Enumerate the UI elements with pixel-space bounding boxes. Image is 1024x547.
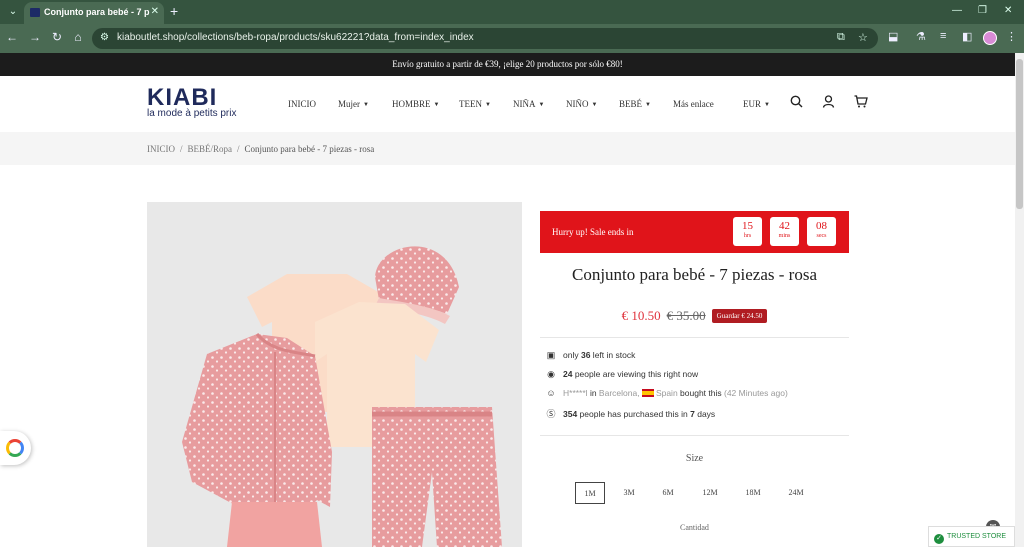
size-option-3m[interactable]: 3M xyxy=(614,482,644,504)
size-option-18m[interactable]: 18M xyxy=(738,482,768,504)
countdown-hours: 15 hrs xyxy=(733,217,762,246)
countdown-seconds: 08 secs xyxy=(807,217,836,246)
recent-purchase-info: ☺ H*****l in Barcelona, Spain bought this… xyxy=(546,388,788,398)
chevron-down-icon: ▼ xyxy=(538,102,545,108)
nav-nino[interactable]: NIÑO ▼ xyxy=(566,99,597,109)
cart-icon[interactable] xyxy=(854,95,868,111)
chevron-down-icon: ▼ xyxy=(591,102,598,108)
close-window-icon[interactable]: ✕ xyxy=(1004,5,1012,16)
size-label: Size xyxy=(685,453,704,464)
home-icon[interactable]: ⌂ xyxy=(70,30,86,44)
nav-nina[interactable]: NIÑA ▼ xyxy=(513,99,544,109)
nav-mas-enlace[interactable]: Más enlace xyxy=(673,99,714,109)
nav-bebe[interactable]: BEBÉ ▼ xyxy=(619,99,651,109)
user-icon: ☺ xyxy=(546,388,556,398)
divider xyxy=(540,337,849,338)
product-title: Conjunto para bebé - 7 piezas - rosa xyxy=(572,265,817,284)
chevron-down-icon: ▼ xyxy=(433,102,440,108)
google-reviews-badge[interactable] xyxy=(0,431,31,465)
address-bar: ← → ↻ ⌂ ⚙ kiaboutlet.shop/collections/be… xyxy=(0,24,1024,53)
minimize-icon[interactable]: — xyxy=(952,5,962,16)
url-text: kiaboutlet.shop/collections/beb-ropa/pro… xyxy=(117,32,474,43)
search-icon[interactable] xyxy=(790,95,803,111)
logo-wordmark: KIABI xyxy=(147,84,218,111)
site-header: KIABI la mode à petits prix INICIO Mujer… xyxy=(0,76,1015,132)
browser-tab-bar: ⌄ Conjunto para bebé - 7 piezas ✕ + — ❐ … xyxy=(0,0,1024,24)
kiabi-favicon-icon xyxy=(30,8,40,17)
sale-countdown-banner: Hurry up! Sale ends in 15 hrs 42 mins 08 se… xyxy=(540,211,849,253)
translate-icon[interactable]: ⧉ xyxy=(837,31,845,44)
breadcrumb-bar: INICIO / BEBÉ/Ropa / Conjunto para bebé - 7 … xyxy=(0,132,1015,165)
bookmark-star-icon[interactable]: ☆ xyxy=(858,31,868,44)
announcement-bar: Envío gratuito a partir de €39, ¡elige 2… xyxy=(0,53,1015,76)
account-icon[interactable] xyxy=(822,95,835,111)
lab-icon[interactable]: ⚗ xyxy=(916,30,926,43)
trusted-store-badge[interactable]: ✓ TRUSTED STORE xyxy=(928,526,1015,547)
shield-check-icon: ✓ xyxy=(934,534,944,544)
product-image[interactable] xyxy=(147,202,522,547)
reload-icon[interactable]: ↻ xyxy=(49,30,65,44)
forward-icon[interactable]: → xyxy=(27,30,43,44)
divider xyxy=(540,435,849,436)
logo-tagline: la mode à petits prix xyxy=(147,108,237,119)
currency-selector[interactable]: EUR ▼ xyxy=(743,99,770,109)
original-price: € 35.00 xyxy=(666,308,706,323)
profile-avatar[interactable] xyxy=(983,31,997,45)
stock-info: ▣ only 36 left in stock xyxy=(546,350,636,360)
nav-mujer[interactable]: Mujer ▼ xyxy=(338,99,369,109)
media-icon[interactable]: ≡ xyxy=(940,30,946,42)
kiabi-logo[interactable]: KIABI la mode à petits prix xyxy=(147,84,242,119)
countdown-label: Hurry up! Sale ends in xyxy=(552,227,634,237)
nav-hombre[interactable]: HOMBRE ▼ xyxy=(392,99,439,109)
restore-icon[interactable]: ❐ xyxy=(978,5,987,16)
sale-price: € 10.50 xyxy=(621,308,661,323)
chevron-down-icon: ▼ xyxy=(764,102,770,108)
coin-icon: Ⓢ xyxy=(546,409,556,419)
menu-icon[interactable]: ⋮ xyxy=(1006,30,1017,43)
purchased-count-info: Ⓢ 354 people has purchased this in 7 days xyxy=(546,409,716,419)
size-option-24m[interactable]: 24M xyxy=(781,482,811,504)
tab-title: Conjunto para bebé - 7 piezas xyxy=(44,7,150,17)
extension-icon[interactable]: ⬓ xyxy=(888,30,898,43)
spain-flag-icon xyxy=(641,389,654,397)
nav-teen[interactable]: TEEN ▼ xyxy=(459,99,491,109)
eye-icon: ◉ xyxy=(547,369,555,379)
chevron-down-icon: ▼ xyxy=(363,102,369,108)
save-badge: Guardar € 24.50 xyxy=(711,309,768,323)
breadcrumb-current: Conjunto para bebé - 7 piezas - rosa xyxy=(244,144,375,154)
breadcrumb: INICIO / BEBÉ/Ropa / Conjunto para bebé - 7 … xyxy=(147,144,375,154)
price-row: € 10.50 € 35.00 Guardar € 24.50 xyxy=(540,307,849,325)
size-option-1m[interactable]: 1M xyxy=(575,482,605,504)
size-option-6m[interactable]: 6M xyxy=(653,482,683,504)
countdown-minutes: 42 mins xyxy=(770,217,799,246)
quantity-label: Cantidad xyxy=(680,523,709,532)
baby-clothes-illustration xyxy=(147,202,522,547)
new-tab-icon[interactable]: + xyxy=(170,3,178,19)
page-scrollbar[interactable] xyxy=(1015,53,1024,547)
breadcrumb-home[interactable]: INICIO xyxy=(147,144,175,154)
tab-close-icon[interactable]: ✕ xyxy=(151,6,159,17)
url-field[interactable]: ⚙ kiaboutlet.shop/collections/beb-ropa/p… xyxy=(92,28,878,49)
google-icon xyxy=(6,439,24,457)
web-page: Envío gratuito a partir de €39, ¡elige 2… xyxy=(0,53,1015,547)
browser-tab[interactable]: Conjunto para bebé - 7 piezas ✕ xyxy=(24,2,164,24)
site-info-icon[interactable]: ⚙ xyxy=(100,32,109,43)
size-option-12m[interactable]: 12M xyxy=(695,482,725,504)
tab-search-icon[interactable]: ⌄ xyxy=(4,3,22,21)
back-icon[interactable]: ← xyxy=(4,30,20,44)
chevron-down-icon: ▼ xyxy=(645,102,651,108)
chevron-down-icon: ▼ xyxy=(485,102,491,108)
viewers-info: ◉ 24 people are viewing this right now xyxy=(545,369,698,380)
sidebar-icon[interactable]: ◧ xyxy=(962,30,972,43)
box-icon: ▣ xyxy=(546,350,556,360)
breadcrumb-category[interactable]: BEBÉ/Ropa xyxy=(188,144,233,154)
scrollbar-thumb[interactable] xyxy=(1016,59,1023,209)
nav-inicio[interactable]: INICIO xyxy=(288,99,316,109)
